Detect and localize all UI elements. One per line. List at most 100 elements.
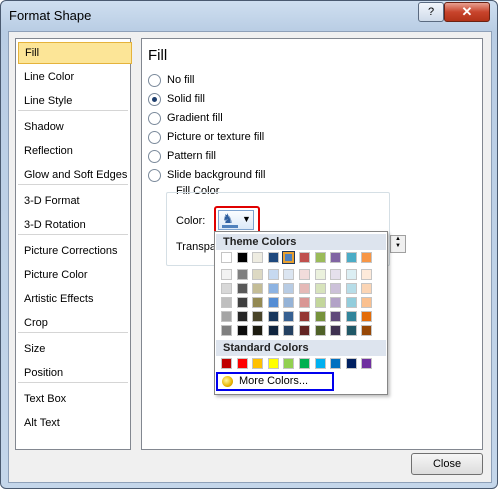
nav-item[interactable]: Reflection bbox=[18, 140, 130, 162]
theme-color-swatch[interactable] bbox=[346, 269, 357, 280]
nav-item[interactable]: Position bbox=[18, 362, 130, 384]
nav-item[interactable]: Picture Color bbox=[18, 264, 130, 286]
theme-color-swatch[interactable] bbox=[346, 252, 357, 263]
radio-button[interactable] bbox=[148, 131, 161, 144]
theme-color-swatch[interactable] bbox=[346, 311, 357, 322]
theme-color-swatch[interactable] bbox=[252, 252, 263, 263]
theme-color-swatch[interactable] bbox=[268, 311, 279, 322]
theme-color-swatch[interactable] bbox=[283, 311, 294, 322]
theme-color-swatch[interactable] bbox=[237, 325, 248, 336]
transparency-spinner[interactable]: ▲ ▼ bbox=[390, 235, 406, 253]
theme-color-swatch[interactable] bbox=[315, 325, 326, 336]
theme-color-swatch[interactable] bbox=[221, 297, 232, 308]
theme-color-swatch[interactable] bbox=[299, 325, 310, 336]
nav-item[interactable]: Alt Text bbox=[18, 412, 130, 434]
theme-color-swatch[interactable] bbox=[237, 297, 248, 308]
theme-color-swatch[interactable] bbox=[283, 297, 294, 308]
theme-color-swatch[interactable] bbox=[361, 252, 372, 263]
standard-color-swatch[interactable] bbox=[346, 358, 357, 369]
theme-color-swatch[interactable] bbox=[346, 283, 357, 294]
color-palette-popup: Theme Colors Standard Colors More Colors… bbox=[214, 231, 388, 395]
theme-color-swatch[interactable] bbox=[299, 311, 310, 322]
nav-item[interactable]: Crop bbox=[18, 312, 130, 334]
theme-color-swatch[interactable] bbox=[268, 325, 279, 336]
theme-color-swatch[interactable] bbox=[330, 325, 341, 336]
theme-color-swatch[interactable] bbox=[315, 252, 326, 263]
theme-color-swatch[interactable] bbox=[268, 283, 279, 294]
help-button[interactable]: ? bbox=[418, 2, 444, 22]
radio-button[interactable] bbox=[148, 150, 161, 163]
theme-color-swatch[interactable] bbox=[330, 269, 341, 280]
nav-item[interactable]: 3-D Format bbox=[18, 190, 130, 212]
theme-color-swatch[interactable] bbox=[361, 283, 372, 294]
theme-color-swatch[interactable] bbox=[330, 297, 341, 308]
theme-color-swatch[interactable] bbox=[299, 283, 310, 294]
nav-item[interactable]: Line Color bbox=[18, 66, 130, 88]
standard-color-swatch[interactable] bbox=[268, 358, 279, 369]
theme-color-swatch[interactable] bbox=[252, 297, 263, 308]
theme-color-swatch[interactable] bbox=[346, 297, 357, 308]
theme-color-swatch[interactable] bbox=[221, 283, 232, 294]
category-list: Fill Line Color Line Style Shadow Reflection… bbox=[15, 38, 132, 450]
theme-color-swatch[interactable] bbox=[283, 325, 294, 336]
theme-color-swatch[interactable] bbox=[315, 311, 326, 322]
theme-color-swatch[interactable] bbox=[221, 311, 232, 322]
standard-color-swatch[interactable] bbox=[330, 358, 341, 369]
standard-color-swatch[interactable] bbox=[283, 358, 294, 369]
theme-color-swatch[interactable] bbox=[252, 325, 263, 336]
nav-item[interactable]: Glow and Soft Edges bbox=[18, 164, 130, 186]
radio-button[interactable] bbox=[148, 112, 161, 125]
theme-color-swatch[interactable] bbox=[330, 283, 341, 294]
theme-color-swatch[interactable] bbox=[330, 311, 341, 322]
theme-color-swatch[interactable] bbox=[283, 269, 294, 280]
theme-color-swatch[interactable] bbox=[252, 269, 263, 280]
close-button[interactable]: Close bbox=[411, 453, 483, 475]
theme-color-swatch[interactable] bbox=[268, 269, 279, 280]
standard-color-swatch[interactable] bbox=[315, 358, 326, 369]
nav-item[interactable]: Shadow bbox=[18, 116, 130, 138]
radio-button[interactable] bbox=[148, 74, 161, 87]
theme-color-swatch[interactable] bbox=[252, 311, 263, 322]
close-window-button[interactable]: ✕ bbox=[444, 2, 490, 22]
theme-color-swatch[interactable] bbox=[221, 325, 232, 336]
theme-color-swatch[interactable] bbox=[361, 269, 372, 280]
more-colors-button[interactable]: More Colors... bbox=[216, 372, 334, 391]
theme-color-swatch[interactable] bbox=[299, 297, 310, 308]
nav-item[interactable]: Text Box bbox=[18, 388, 130, 410]
standard-color-swatch[interactable] bbox=[252, 358, 263, 369]
standard-color-swatch[interactable] bbox=[361, 358, 372, 369]
theme-color-swatch[interactable] bbox=[237, 283, 248, 294]
theme-color-swatch[interactable] bbox=[237, 252, 248, 263]
radio-button[interactable] bbox=[148, 93, 161, 106]
theme-color-swatch[interactable] bbox=[330, 252, 341, 263]
theme-color-swatch[interactable] bbox=[361, 311, 372, 322]
theme-color-swatch[interactable] bbox=[268, 252, 279, 263]
theme-color-swatch[interactable] bbox=[237, 269, 248, 280]
theme-color-swatch[interactable] bbox=[221, 269, 232, 280]
theme-color-swatch[interactable] bbox=[315, 297, 326, 308]
theme-color-swatch[interactable] bbox=[299, 252, 310, 263]
theme-color-swatch[interactable] bbox=[221, 252, 232, 263]
theme-color-swatch[interactable] bbox=[361, 325, 372, 336]
theme-color-swatch[interactable] bbox=[268, 297, 279, 308]
title-bar[interactable]: Format Shape ? ✕ bbox=[1, 1, 497, 31]
nav-item[interactable]: 3-D Rotation bbox=[18, 214, 130, 236]
theme-color-swatch[interactable] bbox=[361, 297, 372, 308]
radio-button[interactable] bbox=[148, 169, 161, 182]
theme-color-swatch[interactable] bbox=[283, 283, 294, 294]
standard-color-swatch[interactable] bbox=[221, 358, 232, 369]
theme-color-swatch[interactable] bbox=[299, 269, 310, 280]
theme-color-swatch[interactable] bbox=[315, 269, 326, 280]
nav-item[interactable]: Line Style bbox=[18, 90, 130, 112]
theme-color-swatch[interactable] bbox=[237, 311, 248, 322]
theme-color-swatch[interactable] bbox=[282, 251, 295, 264]
nav-item[interactable]: Fill bbox=[18, 42, 132, 64]
nav-item[interactable]: Size bbox=[18, 338, 130, 360]
standard-color-swatch[interactable] bbox=[299, 358, 310, 369]
nav-item[interactable]: Artistic Effects bbox=[18, 288, 130, 310]
standard-color-swatch[interactable] bbox=[237, 358, 248, 369]
theme-color-swatch[interactable] bbox=[252, 283, 263, 294]
theme-color-swatch[interactable] bbox=[346, 325, 357, 336]
nav-item[interactable]: Picture Corrections bbox=[18, 240, 130, 262]
theme-color-swatch[interactable] bbox=[315, 283, 326, 294]
